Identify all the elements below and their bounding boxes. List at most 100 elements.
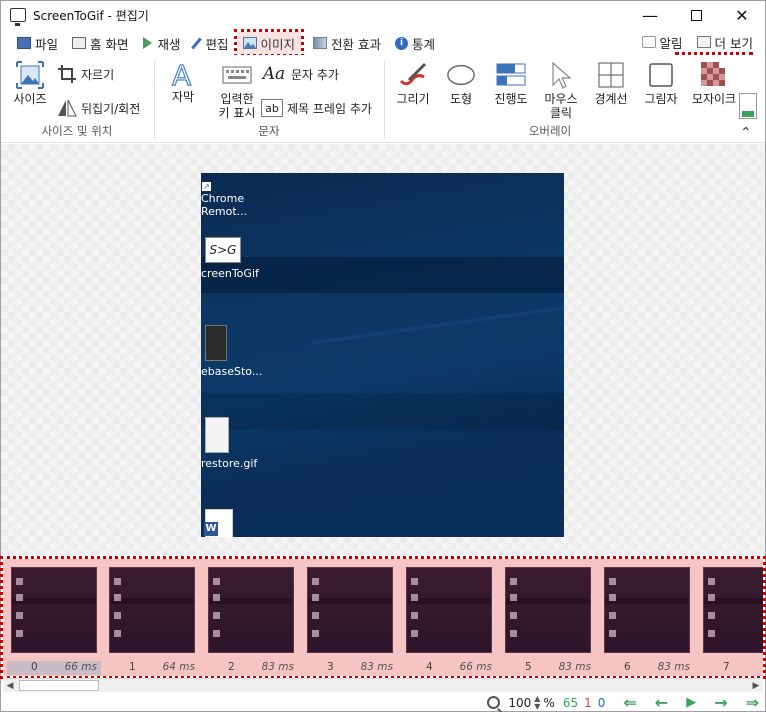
- title-frame-ab-icon: ab: [261, 99, 283, 117]
- screentogif-logo-icon: S>G: [205, 237, 241, 263]
- frame-delay: 83 ms: [360, 661, 393, 673]
- mosaic-button[interactable]: 모자이크: [683, 61, 745, 106]
- cursor-icon: [546, 61, 576, 89]
- frame-thumbnail[interactable]: 5 83 ms: [501, 567, 595, 673]
- key-strokes-button[interactable]: 입력한 키 표시: [211, 61, 263, 120]
- frame-count: 65: [562, 695, 579, 710]
- maximize-button[interactable]: [673, 1, 719, 29]
- tab-edit-label: 편집: [205, 36, 229, 52]
- image-icon: [242, 37, 257, 49]
- frame-thumbnail[interactable]: 2 83 ms: [204, 567, 298, 673]
- tab-statistics[interactable]: i 통계: [389, 32, 441, 54]
- filmstrip-scrollbar[interactable]: ◀ ▶: [3, 678, 763, 692]
- border-label: 경계선: [594, 92, 628, 106]
- frame-thumbnail[interactable]: 4 66 ms: [402, 567, 496, 673]
- tab-edit[interactable]: 편집: [189, 32, 235, 54]
- shape-label: 도형: [449, 92, 473, 106]
- shadow-square-icon: [646, 61, 676, 89]
- gif-file-icon: [205, 417, 229, 453]
- frame-thumbnail[interactable]: 6 83 ms: [600, 567, 694, 673]
- last-frame-icon[interactable]: ⇒: [746, 693, 759, 712]
- desktop-icon-restore-label: restore.gif: [201, 457, 258, 470]
- word-document-icon[interactable]: W: [204, 509, 233, 537]
- caption-button[interactable]: A 자막: [165, 58, 201, 104]
- crop-button[interactable]: 자르기: [57, 65, 114, 83]
- overflow-watermark-icon[interactable]: [739, 93, 757, 119]
- tab-transitions[interactable]: 전환 효과: [307, 32, 387, 54]
- first-frame-icon[interactable]: ⇐: [623, 693, 636, 712]
- notifications-label: 알림: [659, 35, 683, 51]
- message-icon: [641, 36, 656, 48]
- title-frame-label: 제목 프레임 추가: [287, 101, 372, 116]
- crop-label: 자르기: [81, 67, 115, 82]
- mouse-click-label-2: 클릭: [549, 106, 573, 120]
- next-frame-icon[interactable]: →: [714, 693, 727, 712]
- caption-label: 자막: [171, 90, 195, 104]
- frame-index: 2: [228, 661, 235, 673]
- tab-file[interactable]: 파일: [11, 32, 64, 54]
- shape-button[interactable]: 도형: [441, 61, 481, 106]
- tab-playback[interactable]: 재생: [137, 32, 187, 54]
- play-frames-icon[interactable]: ▶: [686, 695, 696, 710]
- shadow-button[interactable]: 그림자: [639, 61, 683, 106]
- frame-index: 3: [327, 661, 334, 673]
- zoom-stepper-icon[interactable]: ▲ ▼: [534, 694, 540, 711]
- frame-index: 1: [129, 661, 136, 673]
- desktop-icon-firebase[interactable]: ebaseSto...: [201, 325, 263, 378]
- border-button[interactable]: 경계선: [589, 61, 633, 106]
- current-frame: 0: [597, 695, 606, 710]
- tab-home[interactable]: 홈 화면: [66, 32, 134, 54]
- frame-delay: 83 ms: [558, 661, 591, 673]
- frame-filmstrip[interactable]: 0 66 ms 1 64 ms 2 83 ms 3 83 ms 4 66 ms …: [0, 556, 766, 679]
- frame-delay: 83 ms: [261, 661, 294, 673]
- more-label: 더 보기: [714, 35, 753, 51]
- overlay-group-label: 오버레이: [528, 124, 572, 138]
- frame-thumbnail[interactable]: 1 64 ms: [105, 567, 199, 673]
- title-bar: ScreenToGif - 편집기 — ✕: [1, 1, 765, 29]
- close-button[interactable]: ✕: [719, 1, 765, 29]
- mouse-click-label-1: 마우스: [544, 92, 578, 106]
- flip-rotate-button[interactable]: 뒤집기/회전: [57, 99, 140, 117]
- collapse-ribbon-chevron-icon[interactable]: ⌃: [740, 126, 752, 140]
- draw-button[interactable]: 그리기: [391, 61, 435, 106]
- scroll-left-arrow-icon[interactable]: ◀: [3, 679, 17, 693]
- previous-frame-icon[interactable]: ←: [655, 693, 668, 712]
- home-window-icon: [72, 37, 87, 49]
- frame-label: 4 66 ms: [402, 661, 496, 675]
- notifications-button[interactable]: 알림: [636, 31, 689, 53]
- title-frame-button[interactable]: ab 제목 프레임 추가: [261, 99, 372, 117]
- play-icon: [142, 37, 152, 49]
- frame-thumbnail[interactable]: 3 83 ms: [303, 567, 397, 673]
- frame-thumbnail-image: [604, 567, 690, 653]
- ellipse-icon: [446, 61, 476, 89]
- more-button[interactable]: 더 보기: [691, 31, 759, 53]
- desktop-icon-firebase-label: ebaseSto...: [201, 365, 263, 378]
- frame-label: 6 83 ms: [600, 661, 694, 675]
- window-controls: — ✕: [627, 1, 765, 29]
- desktop-icon-chrome-remote[interactable]: ↗ Chrome Remot...: [201, 173, 261, 218]
- zoom-value[interactable]: 100: [508, 696, 531, 710]
- frame-thumbnail[interactable]: 0 66 ms: [7, 567, 101, 675]
- keyboard-icon: [222, 61, 252, 89]
- light-streak: [311, 304, 564, 346]
- mosaic-label: 모자이크: [691, 92, 737, 106]
- desktop-icon-restore-gif[interactable]: restore.gif: [201, 417, 261, 470]
- preview-canvas[interactable]: ↗ Chrome Remot... S>G creenToGif ebaseSt…: [1, 144, 765, 556]
- free-text-button[interactable]: Aa 문자 추가: [261, 64, 339, 84]
- desktop-icon-screentogif[interactable]: S>G creenToGif: [201, 237, 261, 280]
- tab-image[interactable]: 이미지: [233, 29, 305, 57]
- frame-thumbnail[interactable]: 7: [699, 567, 763, 673]
- shadow-label: 그림자: [644, 92, 678, 106]
- frame-thumbnail-image: [307, 567, 393, 653]
- scroll-right-arrow-icon[interactable]: ▶: [749, 679, 763, 693]
- progress-button[interactable]: 진행도: [489, 61, 533, 106]
- frame-delay: 66 ms: [459, 661, 492, 673]
- scrollbar-thumb[interactable]: [19, 680, 99, 691]
- tab-right-area: 알림 더 보기: [634, 31, 760, 53]
- minimize-button[interactable]: —: [627, 1, 673, 29]
- frame-label: 0 66 ms: [7, 661, 101, 675]
- resize-button[interactable]: 사이즈: [9, 61, 51, 106]
- frame-index: 7: [723, 661, 730, 673]
- tab-playback-label: 재생: [157, 36, 181, 52]
- mouse-click-button[interactable]: 마우스 클릭: [539, 61, 583, 120]
